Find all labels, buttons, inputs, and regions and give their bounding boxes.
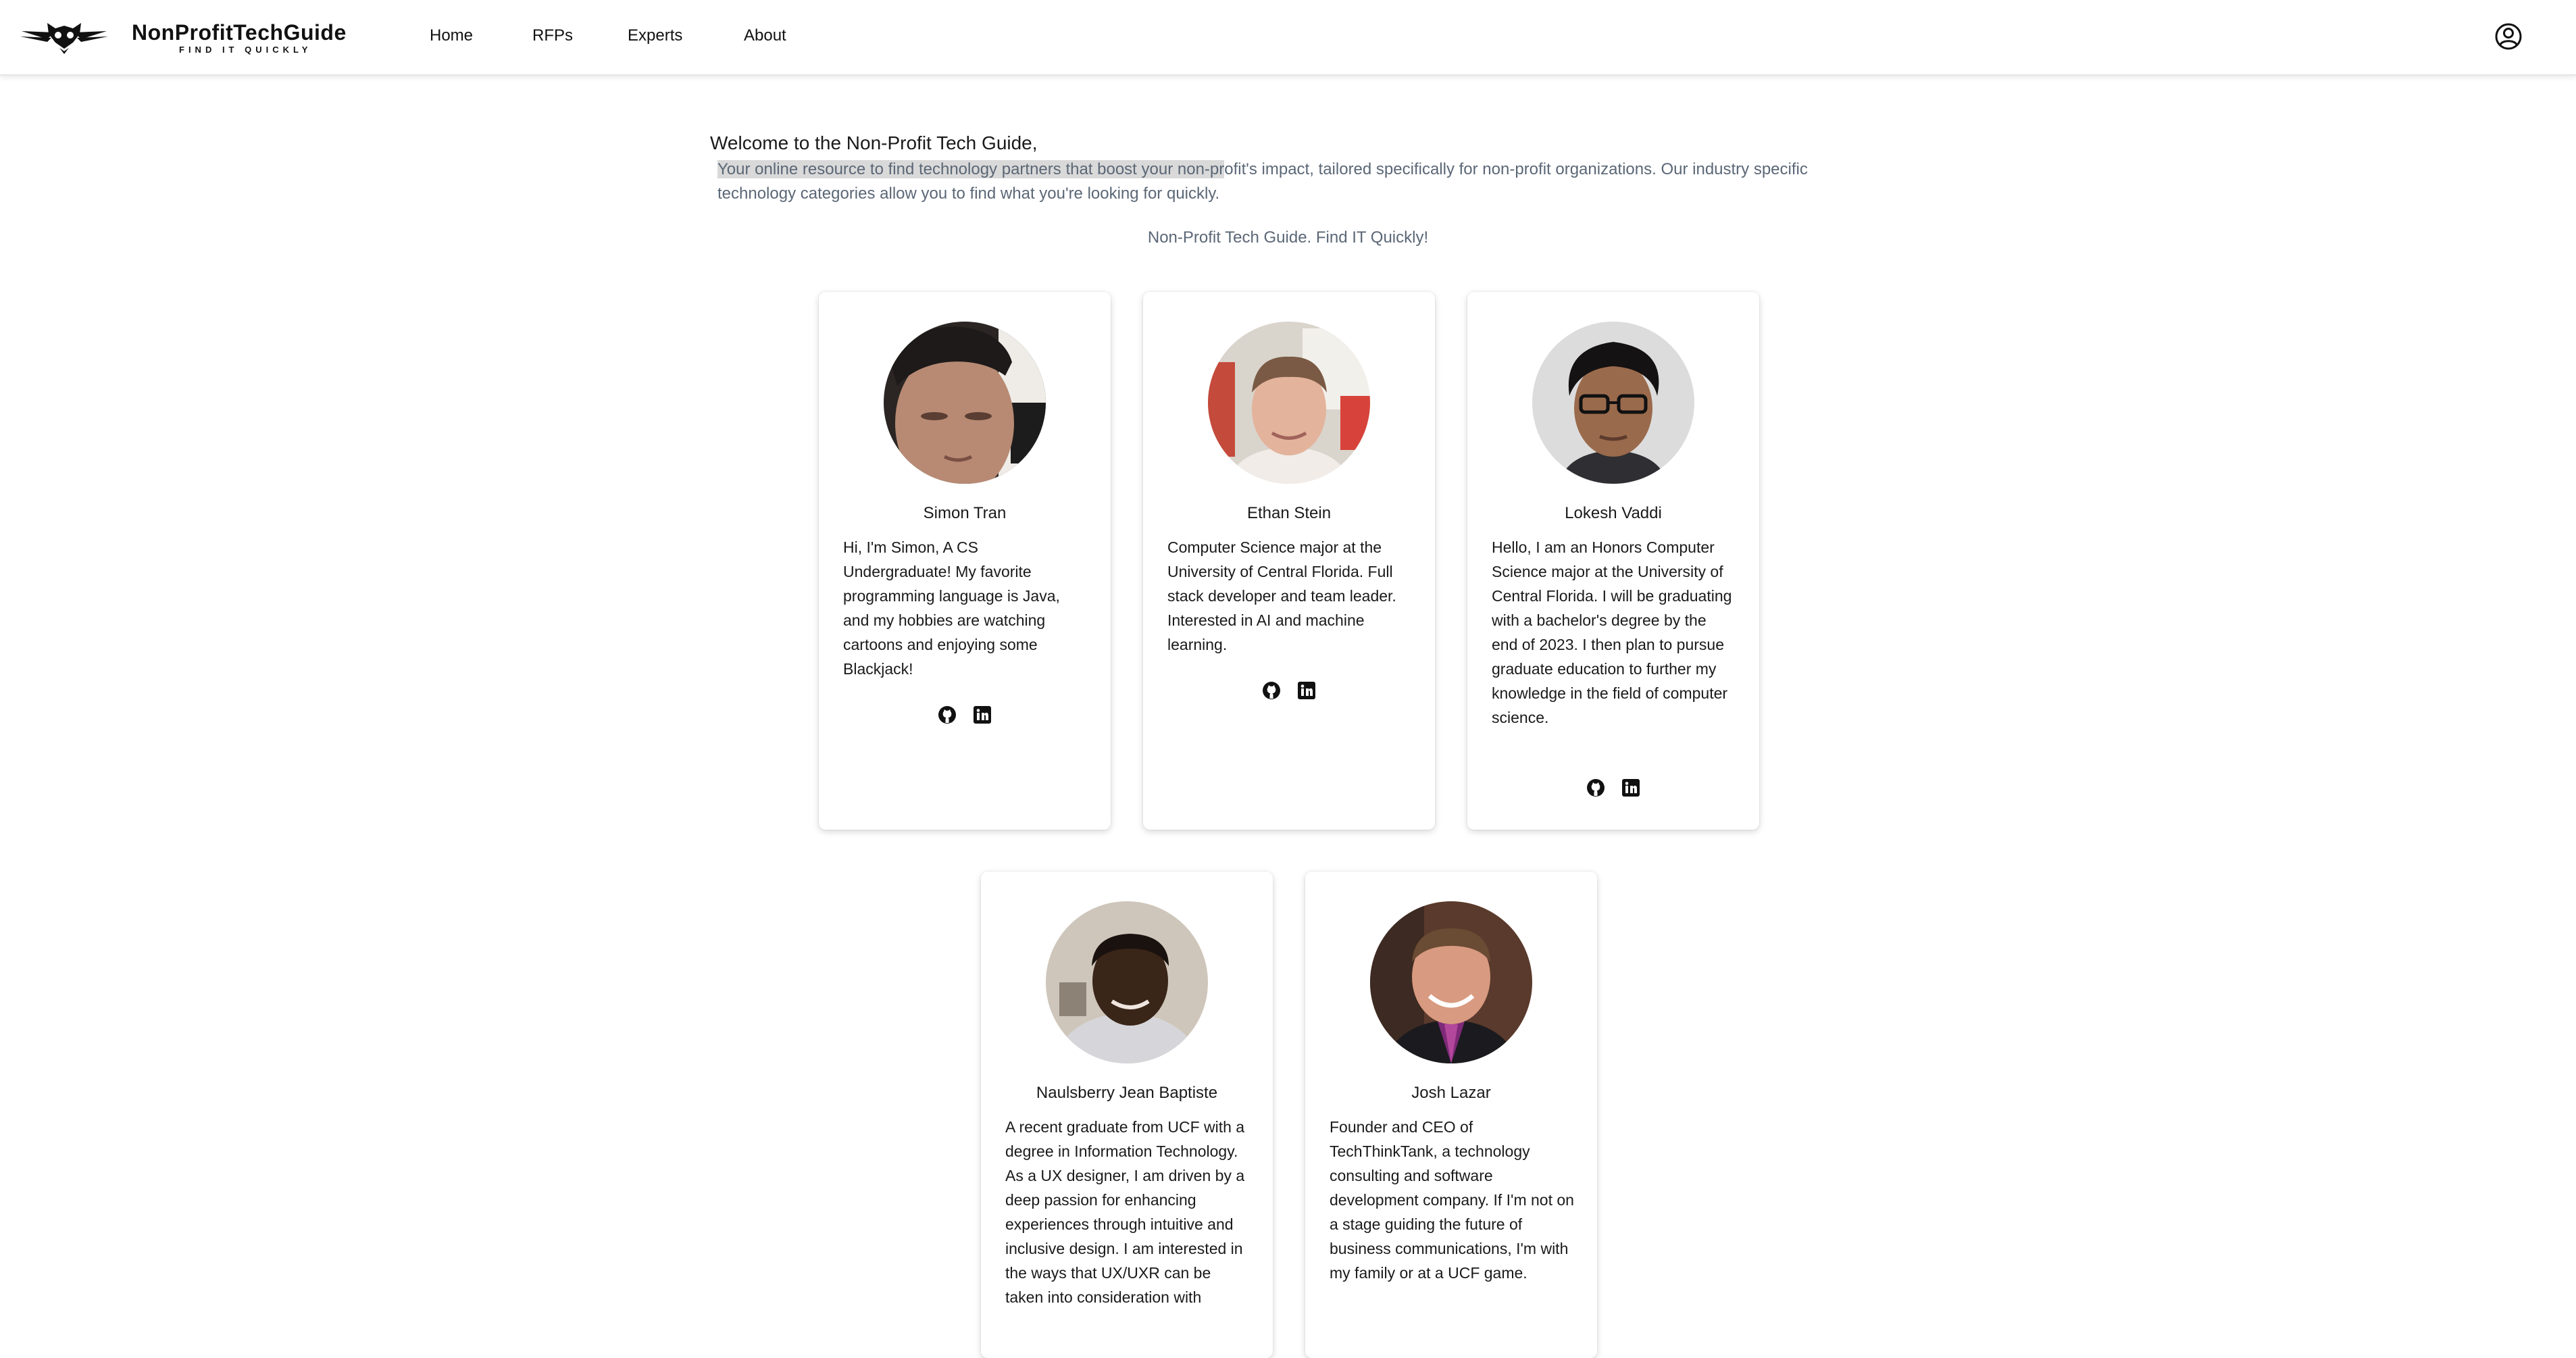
team-card: Josh Lazar Founder and CEO of TechThinkT…: [1305, 872, 1597, 1358]
nav-home[interactable]: Home: [430, 24, 473, 47]
member-bio: Founder and CEO of TechThinkTank, a tech…: [1330, 1118, 1574, 1282]
profile-photo: [1532, 322, 1694, 484]
team-card: Simon Tran Hi, I'm Simon, A CS Undergrad…: [819, 292, 1111, 830]
nav-about[interactable]: About: [744, 24, 786, 47]
nav-experts[interactable]: Experts: [628, 24, 682, 47]
profile-photo: [1208, 322, 1370, 484]
avatar: [1208, 322, 1370, 484]
github-icon[interactable]: [1262, 681, 1281, 700]
member-bio: Hello, I am an Honors Computer Science m…: [1492, 538, 1732, 726]
brand-name: NonProfitTechGuide: [132, 20, 347, 45]
member-name: Ethan Stein: [1246, 504, 1332, 522]
team-card: Ethan Stein Computer Science major at th…: [1143, 292, 1435, 830]
top-navbar: NonProfitTechGuide FIND IT QUICKLY Home …: [0, 0, 2576, 76]
github-icon[interactable]: [938, 705, 957, 724]
member-bio: Hi, I'm Simon, A CS Undergraduate! My fa…: [843, 538, 1060, 678]
selected-text: Your online resource to find technology …: [717, 160, 1225, 178]
intro-paragraph: Your online resource to find technology …: [717, 157, 1852, 206]
avatar: [884, 322, 1046, 484]
team-card: Lokesh Vaddi Hello, I am an Honors Compu…: [1467, 292, 1759, 830]
welcome-heading: Welcome to the Non-Profit Tech Guide,: [710, 132, 1038, 153]
linkedin-icon[interactable]: [1621, 778, 1640, 797]
member-bio: A recent graduate from UCF with a degree…: [1005, 1118, 1245, 1306]
profile-photo: [1370, 901, 1532, 1063]
nav-rfps[interactable]: RFPs: [532, 24, 573, 47]
member-name: Naulsberry Jean Baptiste: [1036, 1084, 1218, 1102]
brand-tagline: FIND IT QUICKLY: [179, 45, 312, 55]
profile-photo: [1046, 901, 1208, 1063]
brand-logo[interactable]: NonProfitTechGuide FIND IT QUICKLY: [20, 18, 347, 58]
avatar: [1532, 322, 1694, 484]
avatar: [1046, 901, 1208, 1063]
social-links: [1143, 681, 1435, 701]
member-name: Simon Tran: [923, 504, 1007, 522]
brand-text: NonProfitTechGuide FIND IT QUICKLY: [132, 20, 347, 55]
member-name: Lokesh Vaddi: [1565, 504, 1662, 522]
avatar: [1370, 901, 1532, 1063]
owl-logo-icon: [20, 23, 108, 54]
social-links: [1467, 778, 1759, 799]
user-circle-icon[interactable]: [2494, 22, 2523, 51]
member-bio: Computer Science major at the University…: [1167, 538, 1396, 653]
team-card: Naulsberry Jean Baptiste A recent gradua…: [981, 872, 1273, 1358]
profile-photo: [884, 322, 1046, 484]
linkedin-icon[interactable]: [1297, 681, 1316, 700]
github-icon[interactable]: [1586, 778, 1605, 797]
social-links: [819, 705, 1111, 726]
tagline: Non-Profit Tech Guide. Find IT Quickly!: [1147, 228, 1429, 247]
member-name: Josh Lazar: [1411, 1084, 1491, 1102]
linkedin-icon[interactable]: [973, 705, 992, 724]
